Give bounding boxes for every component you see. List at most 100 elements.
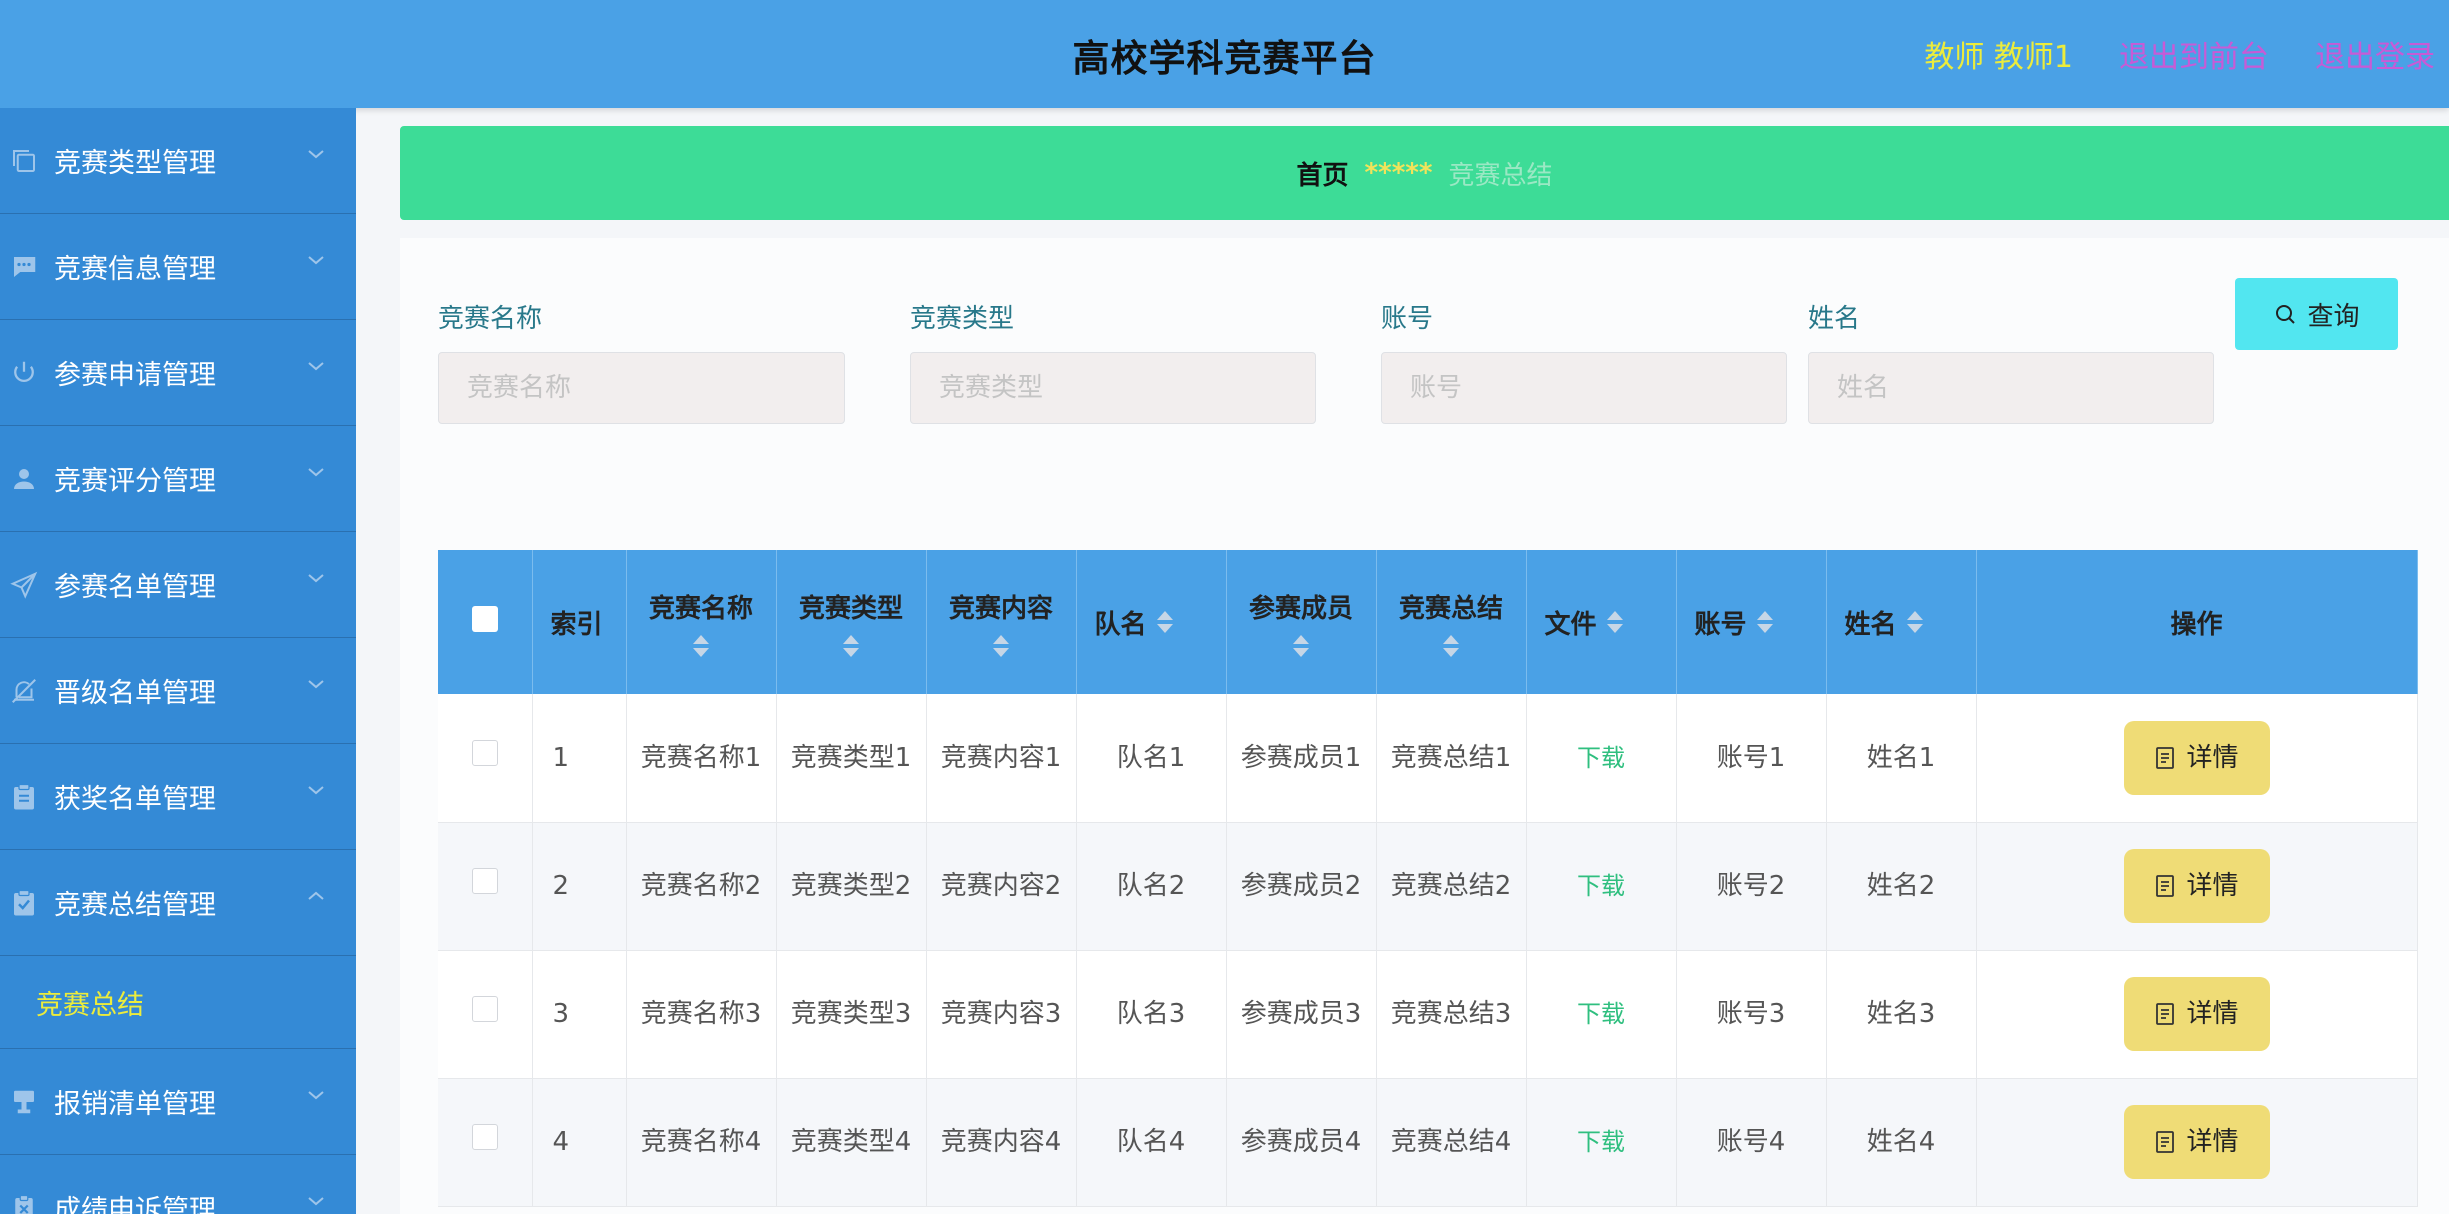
column-header-name[interactable]: 竞赛名称	[649, 588, 753, 625]
table-row: 3 竞赛名称3 竞赛类型3 竞赛内容3 队名3 参赛成员3 竞赛总结3 下载 账…	[438, 950, 2418, 1078]
column-header-type[interactable]: 竞赛类型	[799, 588, 903, 625]
back-to-front-link[interactable]: 退出到前台	[2119, 32, 2269, 76]
column-header-members[interactable]: 参赛成员	[1249, 588, 1353, 625]
download-link[interactable]: 下载	[1577, 1128, 1625, 1156]
cell-type: 竞赛类型1	[776, 694, 927, 822]
cell-person: 姓名4	[1826, 1078, 1977, 1206]
detail-button[interactable]: 详情	[2123, 720, 2270, 795]
cell-index: 1	[532, 694, 627, 822]
sort-icon[interactable]	[1906, 611, 1923, 633]
table-header-row: 索引 竞赛名称 竞赛类型 竞赛内容 队名 参赛成员 竞赛总结 文件 账号 姓名 …	[438, 550, 2418, 694]
sort-icon[interactable]	[1293, 634, 1309, 657]
search-button[interactable]: 查询	[2235, 278, 2398, 350]
download-link[interactable]: 下载	[1577, 1000, 1625, 1028]
sidebar-item-reimbursement[interactable]: 报销清单管理	[0, 1049, 356, 1155]
cell-person: 姓名3	[1826, 950, 1977, 1078]
sort-icon[interactable]	[1156, 611, 1173, 633]
document-icon	[2156, 746, 2175, 769]
sidebar-item-summary-management[interactable]: 竞赛总结管理	[0, 850, 356, 956]
row-checkbox[interactable]	[471, 868, 498, 894]
cell-type: 竞赛类型4	[776, 1078, 927, 1206]
competition-type-label: 竞赛类型	[910, 304, 1015, 334]
cell-name: 竞赛名称3	[626, 950, 777, 1078]
send-icon	[8, 569, 40, 601]
clipboard-icon	[8, 781, 40, 813]
cell-content: 竞赛内容3	[926, 950, 1077, 1078]
power-icon	[8, 357, 40, 389]
sidebar-subitem-summary[interactable]: 竞赛总结	[0, 956, 356, 1049]
chevron-down-icon	[306, 1193, 326, 1213]
chevron-down-icon	[306, 146, 326, 166]
sidebar-item-label: 报销清单管理	[54, 1089, 216, 1120]
cell-index: 3	[532, 950, 627, 1078]
row-checkbox[interactable]	[471, 1124, 498, 1150]
cell-summary: 竞赛总结3	[1376, 950, 1527, 1078]
download-link[interactable]: 下载	[1577, 744, 1625, 772]
column-header-file[interactable]: 文件	[1545, 604, 1597, 641]
sort-icon[interactable]	[1756, 611, 1773, 633]
cell-type: 竞赛类型3	[776, 950, 927, 1078]
checklist-icon	[8, 887, 40, 919]
detail-button-label: 详情	[2186, 742, 2239, 773]
sidebar-item-appeal[interactable]: 成绩申诉管理	[0, 1155, 356, 1214]
select-all-checkbox[interactable]	[471, 605, 498, 632]
column-header-actions: 操作	[2170, 609, 2223, 640]
sort-icon[interactable]	[1443, 634, 1459, 657]
detail-button[interactable]: 详情	[2123, 977, 2270, 1051]
sidebar-item-label: 获奖名单管理	[54, 784, 216, 815]
sort-icon[interactable]	[1606, 611, 1623, 633]
cell-account: 账号4	[1676, 1078, 1827, 1206]
detail-button[interactable]: 详情	[2123, 849, 2270, 923]
sort-icon[interactable]	[993, 634, 1009, 657]
row-checkbox[interactable]	[471, 739, 498, 766]
sidebar-item-competition-type[interactable]: 竞赛类型管理	[0, 108, 356, 214]
cell-members: 参赛成员1	[1226, 694, 1377, 822]
sidebar-item-label: 竞赛信息管理	[54, 254, 216, 285]
cell-team: 队名4	[1076, 1078, 1227, 1206]
sort-icon[interactable]	[693, 634, 709, 657]
sidebar-item-competition-info[interactable]: 竞赛信息管理	[0, 214, 356, 320]
bell-off-icon	[8, 675, 40, 707]
breadcrumb: 首页 ***** 竞赛总结	[400, 126, 2449, 220]
column-header-summary[interactable]: 竞赛总结	[1399, 588, 1503, 625]
sidebar-item-application[interactable]: 参赛申请管理	[0, 320, 356, 426]
name-label: 姓名	[1808, 304, 1861, 334]
column-header-content[interactable]: 竞赛内容	[949, 588, 1053, 625]
cell-members: 参赛成员4	[1226, 1078, 1377, 1206]
column-header-index: 索引	[550, 609, 603, 640]
cell-account: 账号1	[1676, 694, 1827, 822]
breadcrumb-current: 竞赛总结	[1448, 160, 1553, 191]
breadcrumb-home[interactable]: 首页	[1296, 155, 1348, 192]
account-input[interactable]	[1381, 352, 1787, 424]
sidebar-item-award-list[interactable]: 获奖名单管理	[0, 744, 356, 850]
chevron-down-icon	[306, 782, 326, 802]
competition-name-label: 竞赛名称	[438, 304, 543, 334]
sidebar-item-promotion-list[interactable]: 晋级名单管理	[0, 638, 356, 744]
logout-link[interactable]: 退出登录	[2315, 32, 2435, 76]
sidebar-item-label: 竞赛总结管理	[54, 890, 216, 921]
competition-type-input[interactable]	[910, 352, 1316, 424]
sidebar-item-label: 晋级名单管理	[54, 678, 216, 709]
detail-button-label: 详情	[2186, 999, 2239, 1029]
document-icon	[2156, 1003, 2175, 1025]
message-icon	[8, 251, 40, 283]
detail-button-label: 详情	[2186, 1127, 2239, 1157]
competition-name-input[interactable]	[438, 352, 845, 424]
sidebar-item-participant-list[interactable]: 参赛名单管理	[0, 532, 356, 638]
name-input[interactable]	[1808, 352, 2214, 424]
chevron-down-icon	[306, 676, 326, 696]
column-header-team[interactable]: 队名	[1095, 604, 1147, 641]
table-row: 2 竞赛名称2 竞赛类型2 竞赛内容2 队名2 参赛成员2 竞赛总结2 下载 账…	[438, 822, 2418, 950]
chevron-down-icon	[306, 464, 326, 484]
row-checkbox[interactable]	[471, 996, 498, 1022]
cell-team: 队名1	[1076, 694, 1227, 822]
column-header-person[interactable]: 姓名	[1845, 604, 1897, 641]
download-link[interactable]: 下载	[1577, 872, 1625, 900]
search-button-label: 查询	[2307, 301, 2360, 332]
sidebar-item-scoring[interactable]: 竞赛评分管理	[0, 426, 356, 532]
column-header-account[interactable]: 账号	[1695, 604, 1747, 641]
detail-button[interactable]: 详情	[2123, 1105, 2270, 1179]
cell-type: 竞赛类型2	[776, 822, 927, 950]
sort-icon[interactable]	[843, 634, 859, 657]
header-actions: 教师 教师1 退出到前台 退出登录	[1924, 32, 2435, 76]
